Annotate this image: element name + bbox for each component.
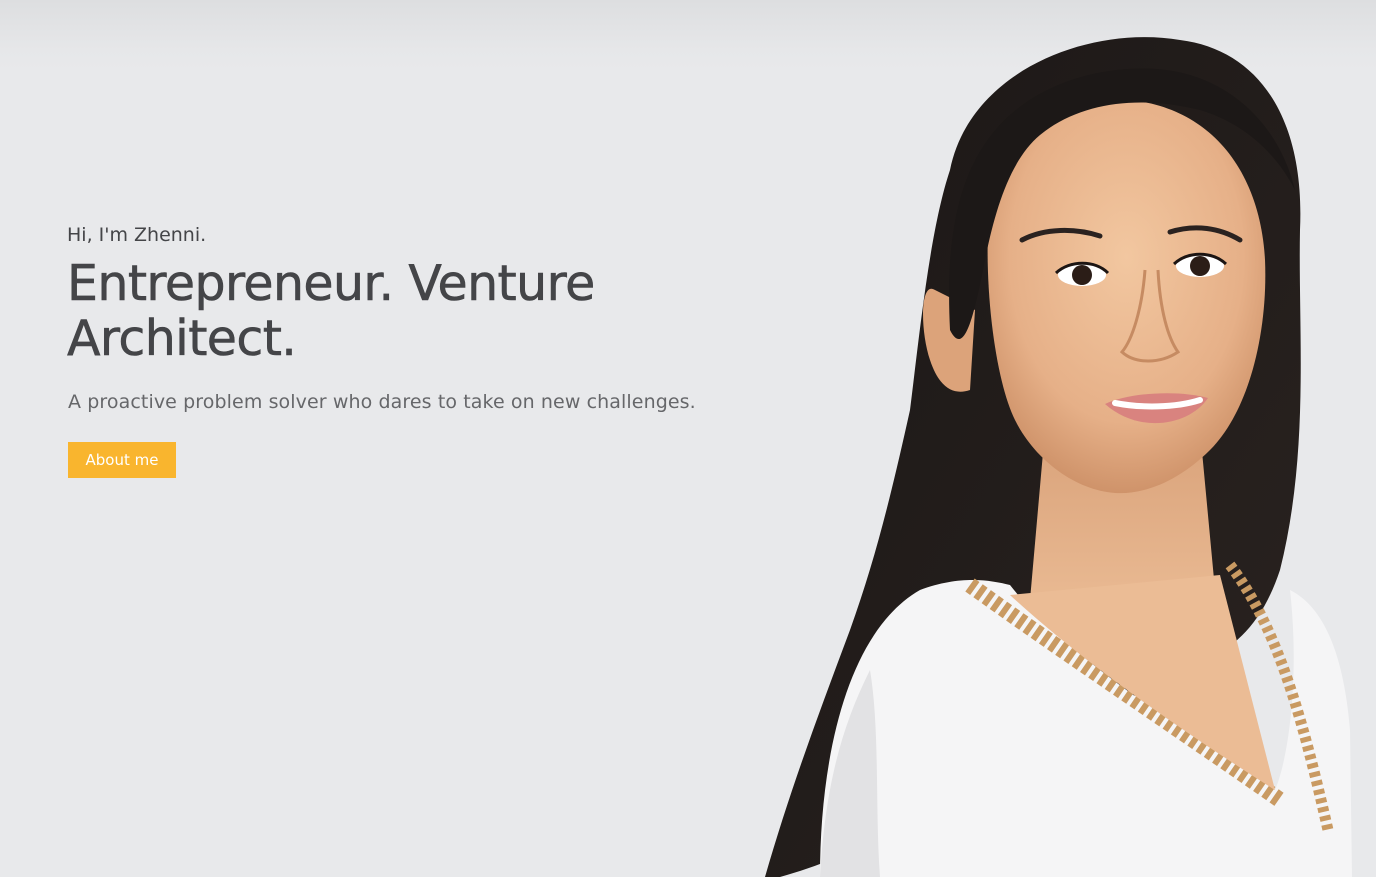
- hero-headline-line2: Architect.: [67, 310, 297, 367]
- hero-text-block: Hi, I'm Zhenni. Entrepreneur. Venture Ar…: [67, 220, 767, 478]
- portrait-photo: [765, 37, 1352, 877]
- hero-section: Hi, I'm Zhenni. Entrepreneur. Venture Ar…: [0, 0, 1376, 877]
- about-me-button[interactable]: About me: [68, 442, 176, 478]
- hero-greeting: Hi, I'm Zhenni.: [67, 224, 207, 246]
- hero-headline: Entrepreneur. Venture Architect.: [67, 255, 767, 367]
- hero-headline-line1: Entrepreneur. Venture: [67, 255, 596, 312]
- hero-tagline: A proactive problem solver who dares to …: [68, 391, 696, 413]
